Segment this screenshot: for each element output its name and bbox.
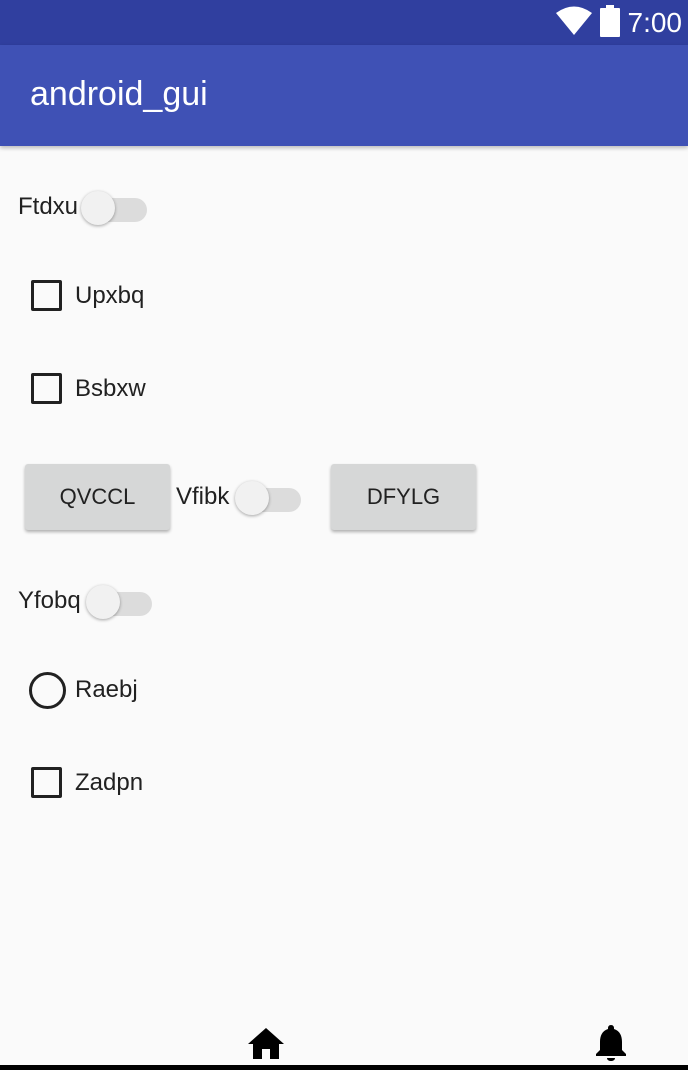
status-time: 7:00 bbox=[627, 7, 683, 38]
switch-yfobq-label: Yfobq bbox=[18, 587, 81, 614]
checkbox-bsbxw-label[interactable]: Bsbxw bbox=[75, 375, 146, 403]
switch-thumb bbox=[86, 585, 120, 619]
app-title: android_gui bbox=[30, 75, 208, 113]
radio-raebj[interactable] bbox=[29, 672, 66, 709]
switch-ftdxu-label: Ftdxu bbox=[18, 193, 79, 220]
checkbox-upxbq[interactable] bbox=[31, 280, 62, 311]
bell-icon[interactable] bbox=[596, 1025, 626, 1066]
switch-vfibk[interactable] bbox=[235, 479, 301, 515]
qvccl-button[interactable]: QVCCL bbox=[25, 464, 170, 530]
checkbox-zadpn[interactable] bbox=[31, 767, 62, 798]
nav-divider bbox=[0, 1065, 688, 1070]
checkbox-bsbxw[interactable] bbox=[31, 373, 62, 404]
status-icons: 7:00 bbox=[555, 4, 683, 42]
dfylg-button[interactable]: DFYLG bbox=[331, 464, 476, 530]
switch-ftdxu[interactable] bbox=[81, 189, 147, 225]
radio-raebj-label[interactable]: Raebj bbox=[75, 676, 138, 704]
switch-vfibk-label: Vfibk bbox=[176, 483, 230, 510]
wifi-icon bbox=[555, 6, 592, 41]
switch-yfobq[interactable] bbox=[86, 583, 152, 619]
home-icon[interactable] bbox=[248, 1028, 284, 1065]
navigation-bar bbox=[0, 1016, 688, 1070]
battery-icon bbox=[599, 4, 620, 42]
checkbox-zadpn-label[interactable]: Zadpn bbox=[75, 769, 143, 797]
app-bar: android_gui bbox=[0, 45, 688, 146]
switch-thumb bbox=[81, 191, 115, 225]
checkbox-upxbq-label[interactable]: Upxbq bbox=[75, 282, 144, 310]
switch-thumb bbox=[235, 481, 269, 515]
status-bar: 7:00 bbox=[0, 0, 688, 45]
